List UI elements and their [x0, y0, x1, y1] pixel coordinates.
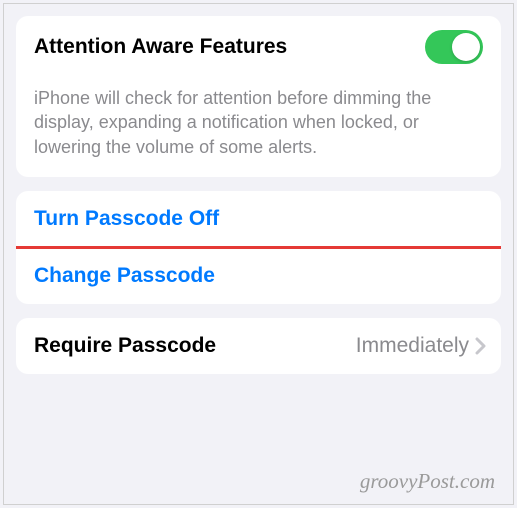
- require-passcode-row[interactable]: Require Passcode Immediately: [16, 318, 501, 374]
- require-passcode-label: Require Passcode: [34, 334, 216, 358]
- toggle-knob: [452, 33, 480, 61]
- attention-aware-toggle[interactable]: [425, 30, 483, 64]
- require-passcode-section: Require Passcode Immediately: [16, 318, 501, 374]
- attention-aware-section: Attention Aware Features iPhone will che…: [16, 16, 501, 177]
- turn-passcode-off-button[interactable]: Turn Passcode Off: [16, 191, 501, 247]
- change-passcode-button[interactable]: Change Passcode: [16, 248, 501, 304]
- attention-aware-description: iPhone will check for attention before d…: [16, 78, 501, 177]
- require-passcode-value: Immediately: [356, 334, 469, 358]
- chevron-right-icon: [475, 337, 487, 355]
- passcode-section: Turn Passcode Off Change Passcode: [16, 191, 501, 304]
- attention-aware-title: Attention Aware Features: [34, 35, 287, 59]
- watermark: groovyPost.com: [360, 469, 495, 494]
- require-passcode-value-wrap: Immediately: [356, 334, 487, 358]
- attention-aware-row: Attention Aware Features: [16, 16, 501, 78]
